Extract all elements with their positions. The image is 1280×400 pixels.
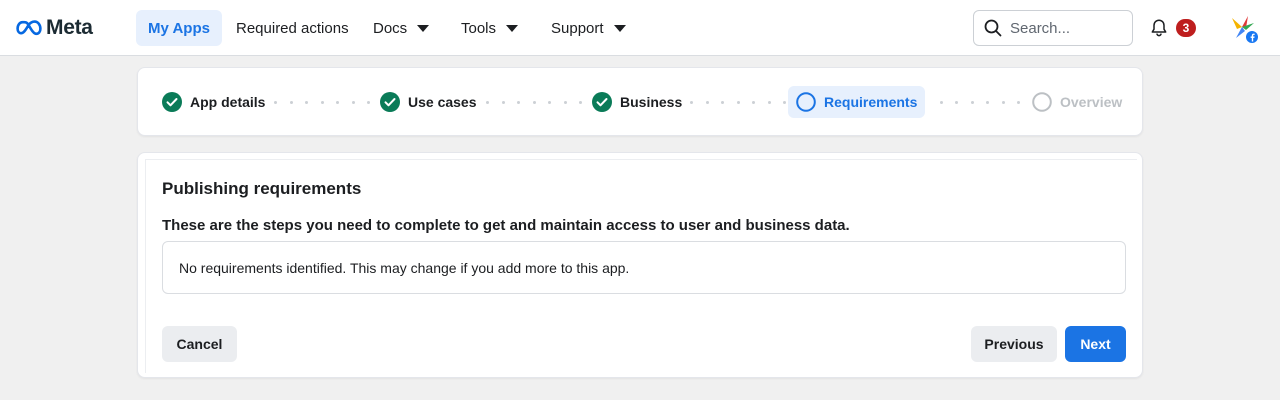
meta-infinity-icon xyxy=(16,20,42,36)
step-label: Overview xyxy=(1060,94,1123,110)
nav-label: Docs xyxy=(373,19,408,37)
step-requirements[interactable]: Requirements xyxy=(788,86,926,118)
step-overview: Overview xyxy=(1032,86,1122,118)
empty-requirements-message: No requirements identified. This may cha… xyxy=(179,259,630,276)
check-circle-icon xyxy=(162,92,182,112)
step-use-cases[interactable]: Use cases xyxy=(380,86,477,118)
nav-label: Tools xyxy=(461,19,497,37)
step-connector xyxy=(690,101,786,104)
chevron-down-icon xyxy=(506,24,519,32)
publishing-requirements-card: Publishing requirements These are the st… xyxy=(137,152,1143,378)
cancel-button[interactable]: Cancel xyxy=(162,326,237,362)
check-circle-icon xyxy=(380,92,400,112)
notification-count-badge: 3 xyxy=(1176,19,1196,37)
setup-stepper: App details Use cases Business Requireme… xyxy=(137,67,1143,136)
step-business[interactable]: Business xyxy=(592,86,682,118)
card-divider xyxy=(145,159,146,373)
check-circle-icon xyxy=(592,92,612,112)
nav-support[interactable]: Support xyxy=(539,10,638,46)
bell-icon[interactable] xyxy=(1149,18,1169,38)
card-divider xyxy=(145,159,1137,160)
nav-label: My Apps xyxy=(148,19,210,37)
step-connector xyxy=(274,101,370,104)
chevron-down-icon xyxy=(613,24,626,32)
meta-logo[interactable]: Meta xyxy=(16,15,93,41)
nav-docs[interactable]: Docs xyxy=(361,10,441,46)
nav-label: Required actions xyxy=(236,19,349,37)
step-connector xyxy=(486,101,582,104)
search-box[interactable] xyxy=(973,10,1133,46)
nav-label: Support xyxy=(551,19,604,37)
section-title: Publishing requirements xyxy=(162,179,362,198)
step-label: Requirements xyxy=(824,94,918,110)
nav-required-actions[interactable]: Required actions xyxy=(224,10,361,46)
app-avatar-icon[interactable] xyxy=(1228,14,1260,44)
search-icon xyxy=(984,19,1002,37)
step-label: Use cases xyxy=(408,94,477,110)
step-label: App details xyxy=(190,94,266,110)
section-subtitle: These are the steps you need to complete… xyxy=(162,217,850,234)
nav-tools[interactable]: Tools xyxy=(449,10,530,46)
brand-name: Meta xyxy=(46,16,93,39)
circle-outline-icon xyxy=(796,92,816,112)
previous-button[interactable]: Previous xyxy=(971,326,1057,362)
step-app-details[interactable]: App details xyxy=(162,86,265,118)
circle-outline-icon xyxy=(1032,92,1052,112)
step-label: Business xyxy=(620,94,683,110)
requirements-list: No requirements identified. This may cha… xyxy=(162,241,1126,294)
nav-my-apps[interactable]: My Apps xyxy=(136,10,222,46)
step-connector xyxy=(940,101,1020,104)
search-input[interactable] xyxy=(1010,19,1120,37)
chevron-down-icon xyxy=(417,24,430,32)
next-button[interactable]: Next xyxy=(1065,326,1126,362)
top-navigation-bar: Meta My Apps Required actions Docs Tools… xyxy=(0,0,1280,56)
